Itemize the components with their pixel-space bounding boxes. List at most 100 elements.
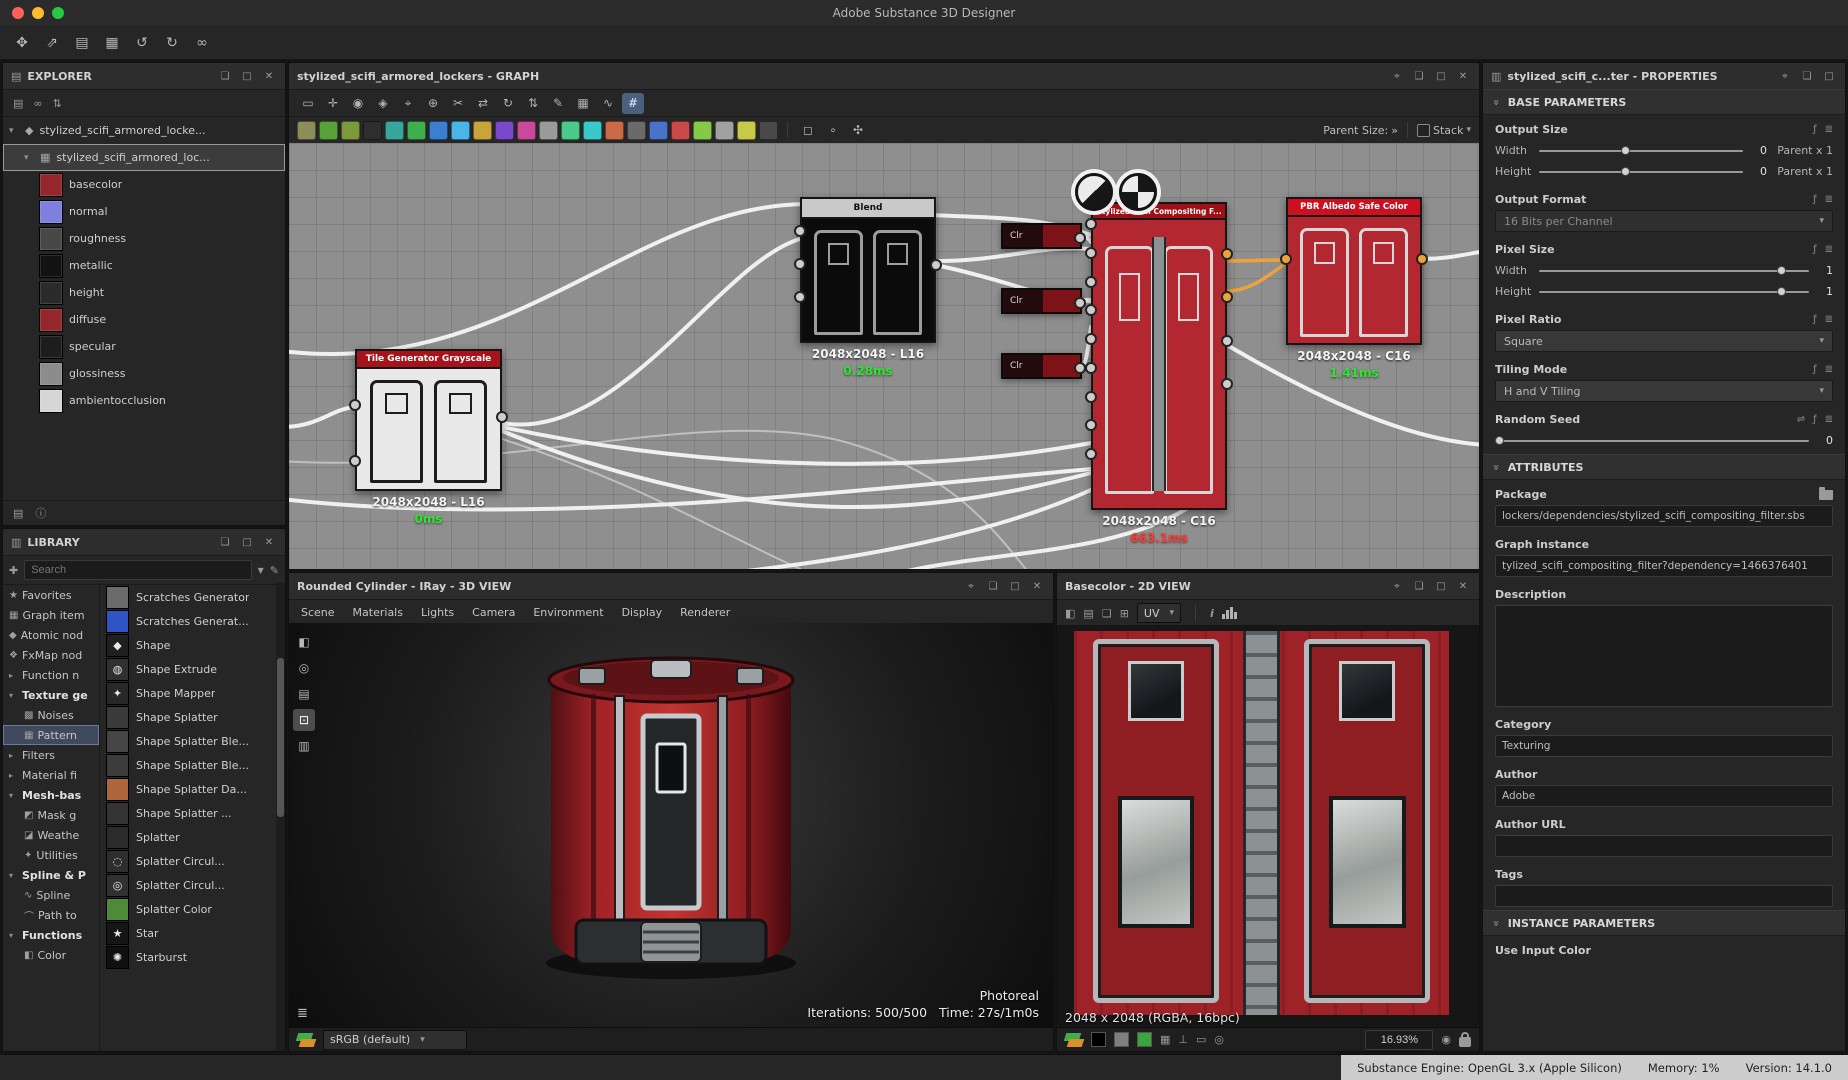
library-search-input[interactable] — [24, 560, 251, 580]
node-type-icon[interactable] — [429, 121, 448, 140]
library-category[interactable]: ★ Favorites — [3, 585, 99, 605]
close-panel-icon[interactable]: ✕ — [1029, 581, 1045, 592]
background-icon[interactable]: ⊞ — [1120, 607, 1129, 620]
category-field[interactable]: Texturing — [1495, 735, 1833, 757]
pen-icon[interactable]: ✎ — [547, 93, 569, 114]
share-icon[interactable]: ⇗ — [38, 30, 66, 56]
category-caret-icon[interactable]: ▾ — [9, 791, 18, 800]
close-window-icon[interactable] — [12, 7, 24, 19]
graph-canvas[interactable]: Tile Generator Grayscale 2048x2048 - L16… — [289, 143, 1479, 569]
material-layers-icon[interactable] — [297, 1033, 315, 1047]
float-panel-icon[interactable]: ❏ — [1799, 71, 1815, 82]
node-inputs[interactable] — [1280, 253, 1292, 283]
view2d-viewport[interactable]: 2048 x 2048 (RGBA, 16bpc) — [1057, 625, 1479, 1027]
node-type-icon[interactable] — [693, 121, 712, 140]
info-icon[interactable]: ⓘ — [35, 505, 46, 521]
tree-caret-icon[interactable]: ▾ — [9, 126, 19, 136]
package-path-field[interactable]: lockers/dependencies/stylized_scifi_comp… — [1495, 505, 1833, 527]
add-library-icon[interactable]: ✚ — [9, 564, 18, 577]
float-panel-icon[interactable]: ❏ — [217, 537, 233, 548]
maximize-panel-icon[interactable]: □ — [1433, 71, 1449, 82]
light-icon[interactable]: ◎ — [293, 657, 315, 679]
category-caret-icon[interactable]: ▾ — [9, 931, 18, 940]
node-type-icon[interactable] — [341, 121, 360, 140]
screenshot-icon[interactable]: ◉ — [347, 93, 369, 114]
collapse-icon[interactable]: » — [1490, 464, 1503, 471]
target-icon[interactable]: ◎ — [1214, 1033, 1224, 1046]
menu-item[interactable]: Lights — [421, 606, 454, 619]
float-panel-icon[interactable]: ❏ — [1411, 71, 1427, 82]
param-menu-icon[interactable]: ≣ — [1825, 124, 1833, 135]
node-type-icon[interactable] — [759, 121, 778, 140]
maximize-panel-icon[interactable]: □ — [1821, 71, 1837, 82]
wave-icon[interactable]: ∿ — [597, 93, 619, 114]
cut-links-icon[interactable]: ✂ — [447, 93, 469, 114]
zoom-fit-icon[interactable]: ⊕ — [422, 93, 444, 114]
node-type-icon[interactable] — [297, 121, 316, 140]
comment-icon[interactable]: ◻ — [797, 120, 819, 141]
node-type-icon[interactable] — [539, 121, 558, 140]
explorer-tree-item[interactable]: ▾ ▦ stylized_scifi_armored_loc... — [3, 144, 285, 171]
node-type-icon[interactable] — [363, 121, 382, 140]
output-height-unit[interactable]: Parent x 1 — [1775, 165, 1833, 178]
swap-connections-icon[interactable]: ⇄ — [472, 93, 494, 114]
node-blend[interactable]: Blend 2048x2048 - L16 0.28ms — [800, 197, 936, 343]
node-inputs[interactable] — [1085, 218, 1097, 460]
node-type-icon[interactable] — [473, 121, 492, 140]
category-caret-icon[interactable]: ▸ — [9, 771, 18, 780]
output-height-slider[interactable] — [1539, 171, 1743, 173]
library-item[interactable]: Shape Splatter Ble... — [100, 729, 285, 753]
node-type-icon[interactable] — [737, 121, 756, 140]
library-item[interactable]: ★ Star — [100, 921, 285, 945]
explorer-tree-item[interactable]: roughness — [3, 225, 285, 252]
library-category[interactable]: ∿ Spline — [3, 885, 99, 905]
pin-bottom-icon[interactable]: ⊥ — [1178, 1033, 1188, 1046]
background-grey-swatch[interactable] — [1114, 1032, 1129, 1047]
library-item[interactable]: Shape Splatter Da... — [100, 777, 285, 801]
tiling-mode-select[interactable]: H and V Tiling ▾ — [1495, 380, 1833, 402]
library-category[interactable]: ▦ Graph item — [3, 605, 99, 625]
maximize-panel-icon[interactable]: □ — [239, 71, 255, 82]
channels-layers-icon[interactable] — [1065, 1033, 1083, 1047]
expose-function-icon[interactable]: ƒ — [1813, 124, 1817, 135]
library-category[interactable]: ▾ Mesh-bas — [3, 785, 99, 805]
uv-mode-select[interactable]: UV ▾ — [1137, 603, 1181, 623]
node-color-input[interactable]: Clr — [1001, 288, 1082, 314]
category-caret-icon[interactable]: ▸ — [9, 671, 18, 680]
pixel-ratio-select[interactable]: Square ▾ — [1495, 330, 1833, 352]
library-category[interactable]: ▩ Noises — [3, 705, 99, 725]
node-color-input[interactable]: Clr — [1001, 353, 1082, 379]
section-base-parameters[interactable]: » BASE PARAMETERS — [1483, 89, 1845, 115]
menu-item[interactable]: Materials — [353, 606, 403, 619]
zoom-reset-icon[interactable]: ◉ — [1441, 1033, 1451, 1046]
link-icon[interactable]: ∞ — [33, 97, 42, 110]
node-type-icon[interactable] — [627, 121, 646, 140]
library-item[interactable]: ◆ Shape — [100, 633, 285, 657]
view3d-viewport[interactable]: ◧◎▤⊡▥ — [289, 623, 1053, 1027]
more-options-icon[interactable]: » — [1391, 124, 1398, 137]
focus-icon[interactable]: ⌖ — [397, 93, 419, 114]
explorer-tree-item[interactable]: basecolor — [3, 171, 285, 198]
display-mode-icon[interactable]: ▥ — [293, 735, 315, 757]
grid-snap-icon[interactable]: # — [622, 93, 644, 114]
menu-item[interactable]: Environment — [533, 606, 603, 619]
colorspace-select[interactable]: sRGB (default) ▾ — [323, 1030, 467, 1050]
undo-icon[interactable]: ↺ — [128, 30, 156, 56]
library-item[interactable]: Shape Splatter — [100, 705, 285, 729]
transform-tool-icon[interactable]: ✥ — [8, 30, 36, 56]
shuffle-seed-icon[interactable]: ⇌ — [1797, 414, 1805, 425]
library-category[interactable]: ◧ Color — [3, 945, 99, 965]
param-menu-icon[interactable]: ≣ — [1825, 414, 1833, 425]
library-category[interactable]: ▾ Functions — [3, 925, 99, 945]
random-seed-slider[interactable] — [1495, 440, 1809, 442]
author-url-field[interactable] — [1495, 835, 1833, 857]
background-black-swatch[interactable] — [1091, 1032, 1106, 1047]
layout-icon[interactable]: ▦ — [572, 93, 594, 114]
sync-icon[interactable]: ⇅ — [53, 97, 62, 110]
param-menu-icon[interactable]: ≣ — [1825, 194, 1833, 205]
tags-field[interactable] — [1495, 885, 1833, 907]
texture-chip-icon[interactable] — [1137, 1032, 1152, 1047]
save-icon[interactable]: ▤ — [13, 97, 23, 110]
node-type-icon[interactable] — [495, 121, 514, 140]
library-category[interactable]: ◆ Atomic nod — [3, 625, 99, 645]
